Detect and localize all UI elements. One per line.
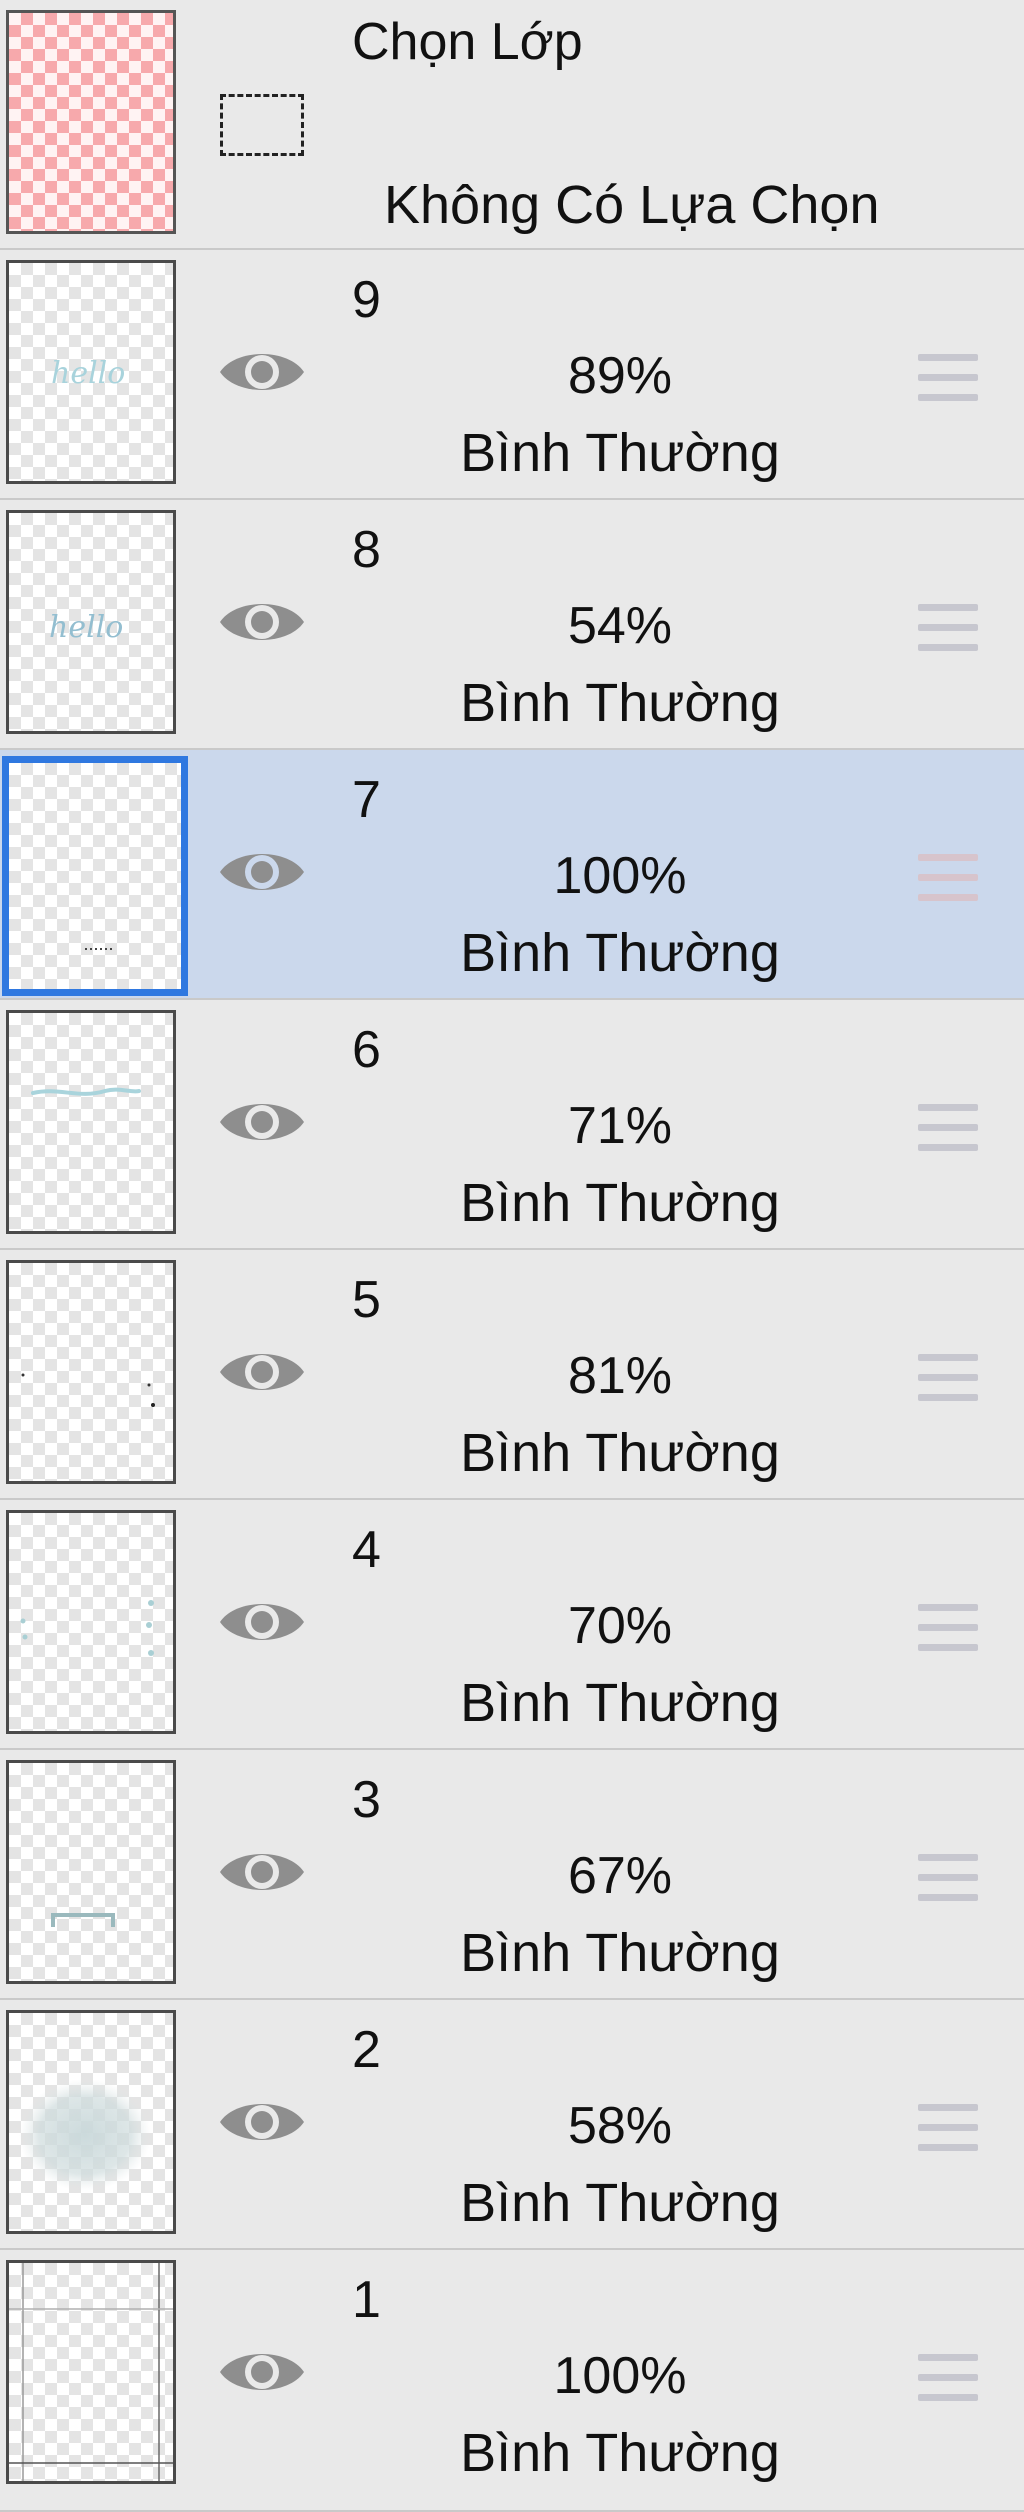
layer-blend-mode[interactable]: Bình Thường [380,1672,860,1734]
layer-row-5[interactable]: 5 81% Bình Thường [0,1250,1024,1500]
layer-blend-mode[interactable]: Bình Thường [380,1922,860,1984]
drag-handle-icon[interactable] [918,854,978,902]
layer-thumbnail[interactable] [6,1760,176,1984]
layer-row-2[interactable]: 2 58% Bình Thường [0,2000,1024,2250]
layer-opacity[interactable]: 70% [380,1596,860,1656]
bracket-doodle [51,1913,115,1927]
eye-icon[interactable] [216,592,308,652]
layer-opacity[interactable]: 89% [380,346,860,406]
svg-text:hello: hello [49,610,123,645]
layers-panel: Chọn Lớp Không Có Lựa Chọn hello 9 89% B… [0,0,1024,2512]
selection-layer-title: Chọn Lớp [352,13,583,71]
selection-status: Không Có Lựa Chọn [384,175,880,235]
eye-icon[interactable] [216,1842,308,1902]
drag-handle-icon[interactable] [918,1104,978,1152]
layer-blend-mode[interactable]: Bình Thường [380,1422,860,1484]
layer-blend-mode[interactable]: Bình Thường [380,922,860,984]
layer-name: 8 [352,521,381,579]
eye-icon[interactable] [216,1592,308,1652]
selection-layer-thumbnail[interactable] [6,10,176,234]
layer-thumbnail[interactable] [6,2260,176,2484]
eye-icon[interactable] [216,1092,308,1152]
layer-name: 2 [352,2021,381,2079]
layer-opacity[interactable]: 58% [380,2096,860,2156]
layer-opacity[interactable]: 54% [380,596,860,656]
eye-icon[interactable] [216,2342,308,2402]
dots-doodle [85,948,115,950]
eye-icon[interactable] [216,342,308,402]
layer-row-8[interactable]: hello 8 54% Bình Thường [0,500,1024,750]
layer-opacity[interactable]: 67% [380,1846,860,1906]
eye-icon[interactable] [216,1342,308,1402]
drag-handle-icon[interactable] [918,1854,978,1902]
soft-blob-doodle [19,2079,151,2191]
layer-thumbnail[interactable] [6,1510,176,1734]
guide-lines-doodle [9,2263,173,2481]
layer-row-1[interactable]: 1 100% Bình Thường [0,2250,1024,2512]
layer-name: 3 [352,1771,381,1829]
layer-row-4[interactable]: 4 70% Bình Thường [0,1500,1024,1750]
layer-opacity[interactable]: 81% [380,1346,860,1406]
layer-thumbnail[interactable] [6,2010,176,2234]
specks-doodle [21,1373,155,1407]
layer-blend-mode[interactable]: Bình Thường [380,2172,860,2234]
drag-handle-icon[interactable] [918,2354,978,2402]
layer-blend-mode[interactable]: Bình Thường [380,672,860,734]
drag-handle-icon[interactable] [918,604,978,652]
layer-name: 4 [352,1521,381,1579]
drag-handle-icon[interactable] [918,1604,978,1652]
layer-opacity[interactable]: 100% [380,2346,860,2406]
layer-opacity[interactable]: 100% [380,846,860,906]
layer-blend-mode[interactable]: Bình Thường [380,422,860,484]
layer-thumbnail[interactable]: hello [6,510,176,734]
dashed-marquee-icon [220,94,304,156]
hello-text-doodle: hello [51,356,125,391]
layer-thumbnail[interactable] [6,1010,176,1234]
layer-blend-mode[interactable]: Bình Thường [380,1172,860,1234]
layer-blend-mode[interactable]: Bình Thường [380,2422,860,2484]
layer-thumbnail[interactable]: hello [6,260,176,484]
drag-handle-icon[interactable] [918,2104,978,2152]
drag-handle-icon[interactable] [918,354,978,402]
layer-row-7[interactable]: 7 100% Bình Thường [0,750,1024,1000]
layer-name: 5 [352,1271,381,1329]
layer-name: 7 [352,771,381,829]
layer-thumbnail[interactable] [2,756,188,996]
layer-thumbnail[interactable] [6,1260,176,1484]
wave-line-doodle [31,1087,141,1096]
drag-handle-icon[interactable] [918,1354,978,1402]
eye-icon[interactable] [216,842,308,902]
eye-icon[interactable] [216,2092,308,2152]
svg-text:hello: hello [51,356,125,391]
layer-opacity[interactable]: 71% [380,1096,860,1156]
hello-text-doodle: hello [49,610,123,645]
side-dots-doodle [20,1600,154,1656]
selection-layer-row[interactable]: Chọn Lớp Không Có Lựa Chọn [0,0,1024,250]
layer-row-3[interactable]: 3 67% Bình Thường [0,1750,1024,2000]
layer-name: 6 [352,1021,381,1079]
layer-row-9[interactable]: hello 9 89% Bình Thường [0,250,1024,500]
layer-row-6[interactable]: 6 71% Bình Thường [0,1000,1024,1250]
layer-name: 1 [352,2271,381,2329]
layer-name: 9 [352,271,381,329]
